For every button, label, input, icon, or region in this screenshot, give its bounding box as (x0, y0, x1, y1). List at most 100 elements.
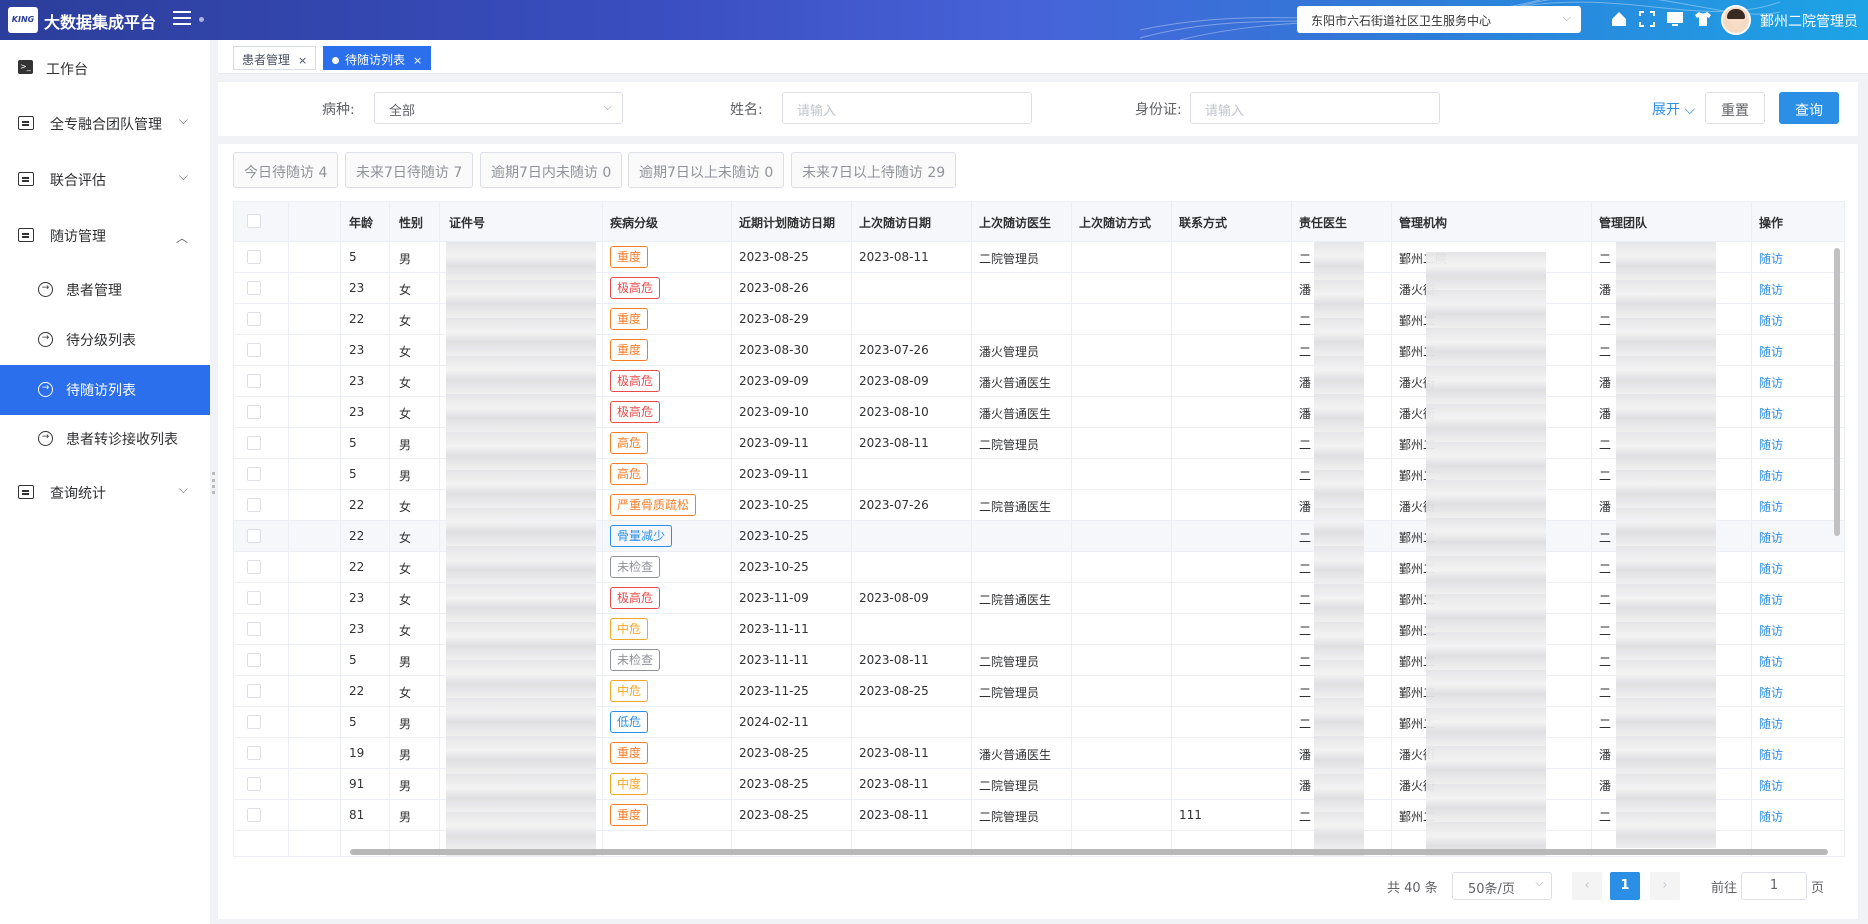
level-badge: 重度 (610, 742, 649, 764)
followup-link[interactable]: 随访 (1759, 622, 1783, 639)
followup-link[interactable]: 随访 (1759, 653, 1783, 670)
fullscreen-icon[interactable] (1638, 10, 1656, 28)
col-plan-date: 近期计划随访日期 (739, 216, 836, 230)
tab-pending-followup[interactable]: 待随访列表 × (323, 46, 432, 70)
horizontal-scrollbar[interactable] (242, 848, 1828, 856)
expand-link[interactable]: 展开 ⌵ (1652, 99, 1695, 119)
home-icon[interactable] (1610, 10, 1628, 28)
page-size-select[interactable]: 50条/页 ⌵ (1452, 872, 1552, 900)
sidebar-item-pending-grading[interactable]: → 待分级列表 (0, 315, 210, 365)
cell-resp: 二 (1299, 624, 1312, 638)
followup-link[interactable]: 随访 (1759, 808, 1783, 825)
row-checkbox[interactable] (247, 653, 261, 667)
monitor-icon[interactable] (1666, 10, 1684, 28)
cell-age: 5 (349, 467, 357, 481)
prev-page-button[interactable]: ‹ (1572, 872, 1602, 900)
sidebar-item-team-management[interactable]: 全专融合团队管理 ⌵ (0, 99, 210, 149)
row-checkbox[interactable] (247, 374, 261, 388)
page-number-current[interactable]: 1 (1610, 872, 1640, 900)
row-checkbox[interactable] (247, 777, 261, 791)
expand-label: 展开 (1652, 102, 1680, 118)
followup-link[interactable]: 随访 (1759, 250, 1783, 267)
followup-link[interactable]: 随访 (1759, 498, 1783, 515)
followup-link[interactable]: 随访 (1759, 529, 1783, 546)
followup-link[interactable]: 随访 (1759, 560, 1783, 577)
level-badge: 极高危 (610, 587, 661, 609)
next-page-button[interactable]: › (1650, 872, 1680, 900)
sidebar-item-query-stats[interactable]: 查询统计 ⌵ (0, 468, 210, 518)
cell-doctor: 二院管理员 (979, 252, 1040, 266)
cell-last: 2023-08-09 (859, 374, 929, 388)
followup-link[interactable]: 随访 (1759, 343, 1783, 360)
sidebar-resize-handle[interactable] (212, 472, 215, 494)
terminal-icon: >_ (18, 60, 33, 74)
quick-filter-overdue-over7[interactable]: 逾期7日以上未随访 0 (628, 152, 785, 188)
org-select[interactable]: 东阳市六石街道社区卫生服务中心 ⌵ (1297, 6, 1581, 33)
reset-button[interactable]: 重置 (1705, 92, 1765, 124)
followup-link[interactable]: 随访 (1759, 405, 1783, 422)
followup-link[interactable]: 随访 (1759, 312, 1783, 329)
row-checkbox[interactable] (247, 405, 261, 419)
avatar[interactable] (1721, 5, 1751, 35)
disease-select[interactable]: 全部 ⌵ (374, 92, 623, 124)
followup-link[interactable]: 随访 (1759, 436, 1783, 453)
followup-link[interactable]: 随访 (1759, 777, 1783, 794)
cell-last: 2023-08-10 (859, 405, 929, 419)
top-bar: KING 大数据集成平台 东阳市六石街道社区卫生服务中心 ⌵ 鄞州二院管理员 (0, 0, 1868, 40)
sidebar-item-patient-management[interactable]: → 患者管理 (0, 265, 210, 315)
followup-link[interactable]: 随访 (1759, 746, 1783, 763)
row-checkbox[interactable] (247, 281, 261, 295)
quick-filter-today[interactable]: 今日待随访 4 (233, 152, 339, 188)
app-logo: KING (8, 7, 38, 33)
goto-page-input[interactable]: 1 (1741, 872, 1807, 900)
id-input[interactable]: 请输入 (1190, 92, 1440, 124)
active-dot-icon (332, 57, 339, 64)
row-checkbox[interactable] (247, 684, 261, 698)
followup-link[interactable]: 随访 (1759, 467, 1783, 484)
followup-link[interactable]: 随访 (1759, 374, 1783, 391)
select-all-checkbox[interactable] (247, 214, 261, 228)
disease-label: 病种: (322, 102, 355, 118)
row-checkbox[interactable] (247, 498, 261, 512)
row-checkbox[interactable] (247, 529, 261, 543)
row-checkbox[interactable] (247, 312, 261, 326)
row-checkbox[interactable] (247, 591, 261, 605)
level-badge: 重度 (610, 246, 649, 268)
close-icon[interactable]: × (298, 54, 307, 67)
shirt-icon[interactable] (1694, 10, 1712, 28)
level-badge: 骨量减少 (610, 525, 673, 547)
quick-filter-overdue-within7[interactable]: 逾期7日内未随访 0 (480, 152, 623, 188)
followup-link[interactable]: 随访 (1759, 591, 1783, 608)
row-checkbox[interactable] (247, 343, 261, 357)
sidebar-item-referral-receive[interactable]: → 患者转诊接收列表 (0, 414, 210, 464)
sidebar-item-pending-followup[interactable]: → 待随访列表 (0, 365, 210, 415)
name-input[interactable]: 请输入 (782, 92, 1032, 124)
followup-link[interactable]: 随访 (1759, 281, 1783, 298)
vertical-scrollbar[interactable] (1834, 248, 1840, 536)
quick-filter-over7-future[interactable]: 未来7日以上待随访 29 (791, 152, 957, 188)
name-label: 姓名: (730, 102, 763, 118)
cell-resp: 二 (1299, 531, 1312, 545)
row-checkbox[interactable] (247, 746, 261, 760)
user-name[interactable]: 鄞州二院管理员 (1760, 11, 1858, 31)
cell-contact: 111 (1179, 808, 1202, 822)
row-checkbox[interactable] (247, 622, 261, 636)
row-checkbox[interactable] (247, 808, 261, 822)
query-button[interactable]: 查询 (1779, 92, 1839, 124)
row-checkbox[interactable] (247, 560, 261, 574)
sidebar-item-joint-assessment[interactable]: 联合评估 ⌵ (0, 155, 210, 205)
followup-link[interactable]: 随访 (1759, 715, 1783, 732)
row-checkbox[interactable] (247, 715, 261, 729)
quick-filter-next7[interactable]: 未来7日待随访 7 (345, 152, 474, 188)
level-badge: 高危 (610, 432, 649, 454)
sidebar-item-followup[interactable]: 随访管理 ︿ (0, 211, 210, 261)
followup-link[interactable]: 随访 (1759, 684, 1783, 701)
row-checkbox[interactable] (247, 467, 261, 481)
menu-collapse-icon[interactable] (173, 11, 191, 27)
tab-patient-management[interactable]: 患者管理 × (233, 46, 317, 70)
close-icon[interactable]: × (413, 54, 422, 67)
row-checkbox[interactable] (247, 250, 261, 264)
sidebar-item-workbench[interactable]: >_ 工作台 (0, 44, 210, 94)
cell-resp: 二 (1299, 717, 1312, 731)
row-checkbox[interactable] (247, 436, 261, 450)
